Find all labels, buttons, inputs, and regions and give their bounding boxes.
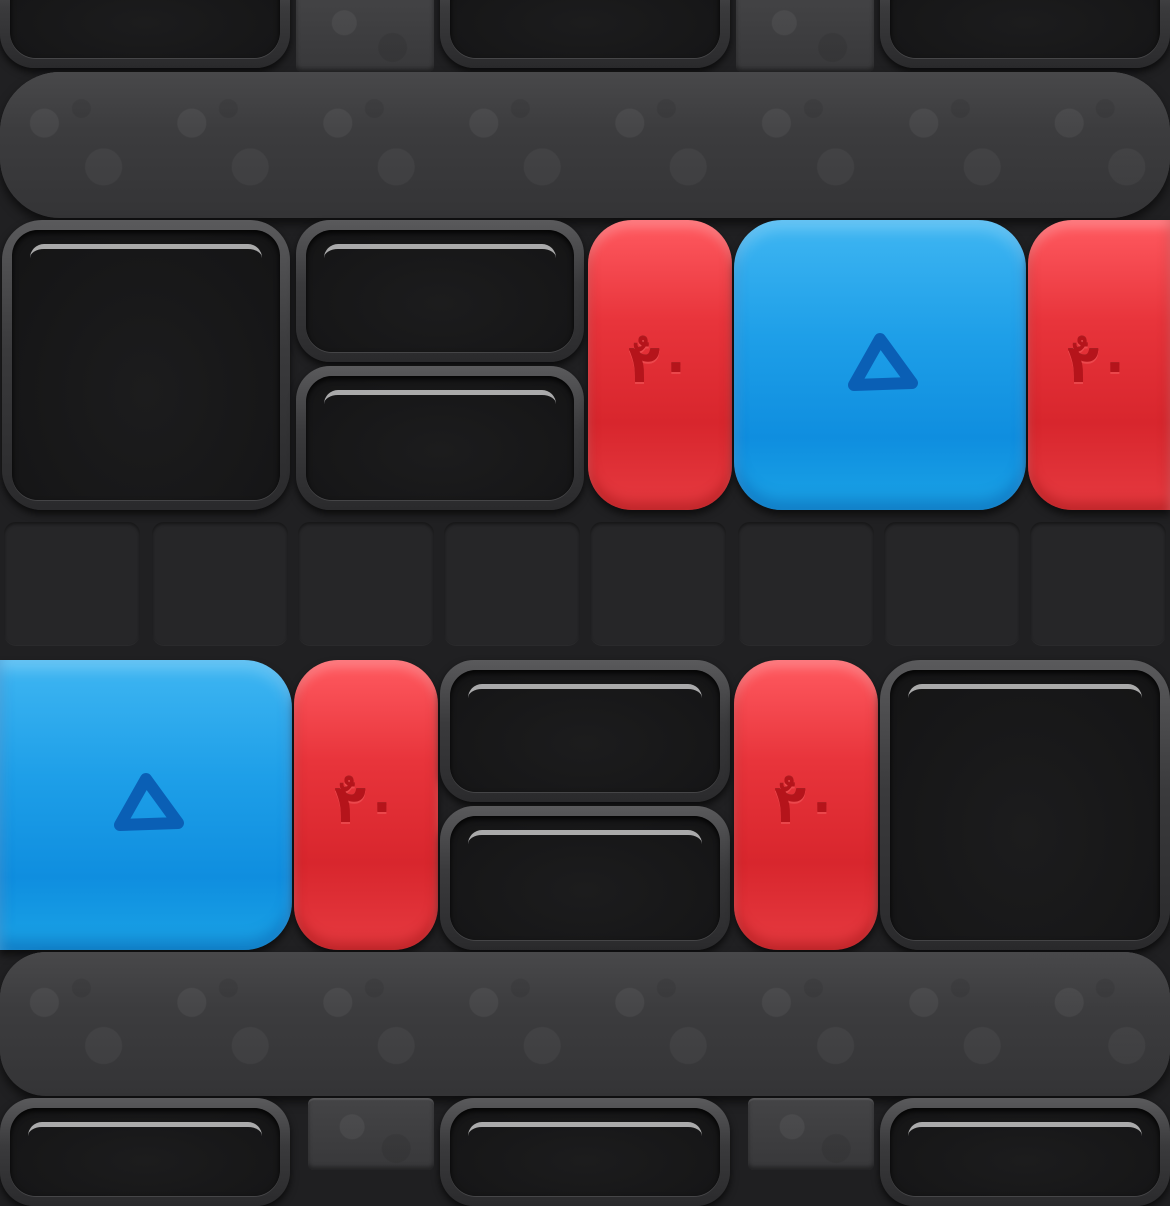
red-piece[interactable]: ٌ۲۰ bbox=[294, 660, 438, 950]
socket-large bbox=[2, 220, 290, 510]
socket-top-left bbox=[0, 0, 290, 68]
stone-pillar bbox=[736, 0, 874, 72]
red-glyph-icon: ٌ۲۰ bbox=[628, 335, 692, 395]
stone-pillar bbox=[296, 0, 434, 72]
stone-pillar bbox=[748, 1098, 874, 1170]
game-board: ٌ۲۰ ٌ۲۰ ٌ۲۰ ٌ۲۰ bbox=[0, 0, 1170, 1206]
triangle-icon bbox=[100, 757, 192, 853]
red-glyph-icon: ٌ۲۰ bbox=[334, 775, 398, 835]
empty-cell bbox=[4, 522, 140, 646]
socket-large bbox=[880, 660, 1170, 950]
stone-rail-top bbox=[0, 72, 1170, 218]
triangle-icon bbox=[834, 317, 926, 413]
empty-cell bbox=[884, 522, 1020, 646]
socket-top-right bbox=[880, 0, 1170, 68]
red-glyph-icon: ٌ۲۰ bbox=[1067, 335, 1131, 395]
socket-top-middle bbox=[440, 0, 730, 68]
socket-bottom-middle bbox=[440, 1098, 730, 1206]
empty-cell bbox=[444, 522, 580, 646]
empty-cell bbox=[152, 522, 288, 646]
socket-slot bbox=[440, 660, 730, 802]
empty-cell bbox=[298, 522, 434, 646]
red-piece[interactable]: ٌ۲۰ bbox=[588, 220, 732, 510]
empty-cell bbox=[1030, 522, 1166, 646]
socket-slot bbox=[296, 220, 584, 362]
stone-pillar bbox=[308, 1098, 434, 1170]
socket-slot bbox=[296, 366, 584, 510]
socket-slot bbox=[440, 806, 730, 950]
stone-rail-bottom bbox=[0, 952, 1170, 1096]
blue-piece[interactable] bbox=[734, 220, 1026, 510]
empty-cell bbox=[590, 522, 726, 646]
socket-bottom-right bbox=[880, 1098, 1170, 1206]
red-piece[interactable]: ٌ۲۰ bbox=[1028, 220, 1170, 510]
red-glyph-icon: ٌ۲۰ bbox=[774, 775, 838, 835]
blue-piece[interactable] bbox=[0, 660, 292, 950]
socket-bottom-left bbox=[0, 1098, 290, 1206]
empty-cell bbox=[738, 522, 874, 646]
red-piece[interactable]: ٌ۲۰ bbox=[734, 660, 878, 950]
